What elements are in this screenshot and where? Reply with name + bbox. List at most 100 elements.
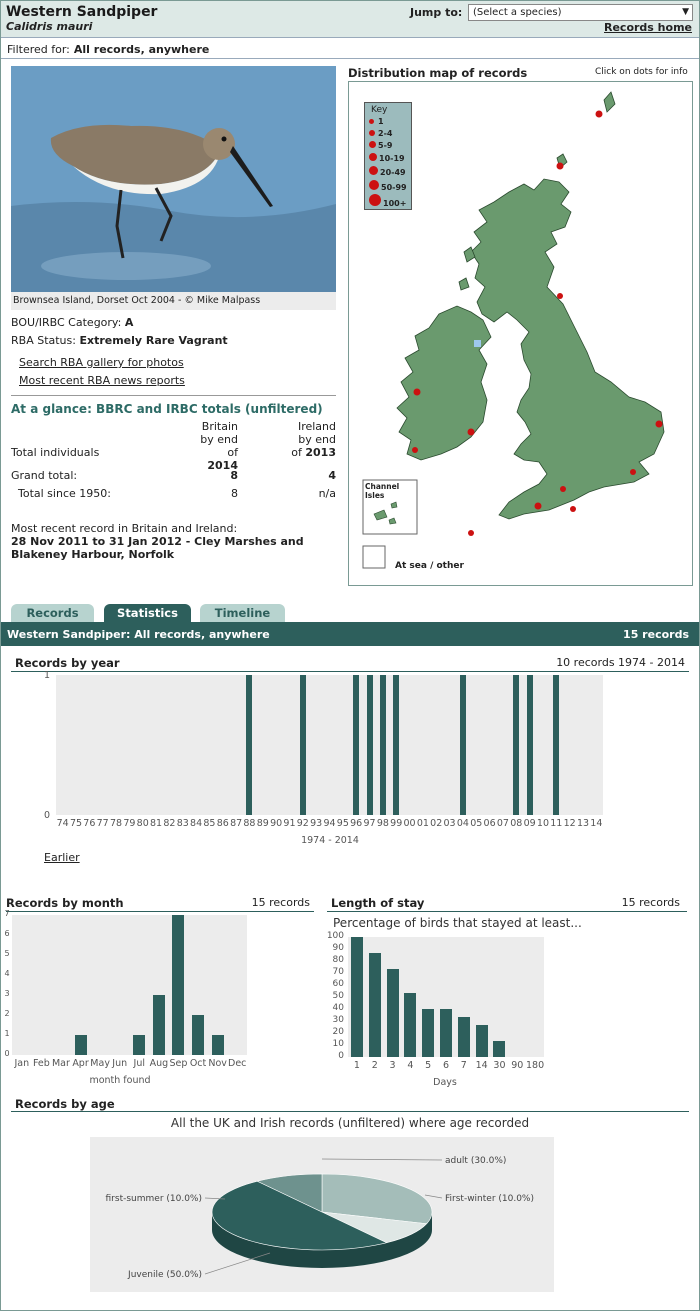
month-y-tick: 0	[4, 1049, 10, 1058]
key-label: 2-4	[378, 129, 393, 138]
month-tick-label: Sep	[169, 1058, 188, 1069]
month-tick-label: Aug	[149, 1058, 169, 1069]
ireland-header: Ireland by end of 2013	[288, 420, 336, 459]
month-y-tick: 2	[4, 1009, 10, 1018]
category-value: A	[124, 316, 134, 329]
category-label: BOU/IRBC Category:	[11, 316, 122, 329]
ireland-head3: of	[291, 446, 302, 459]
month-tick-label: Jun	[112, 1058, 128, 1069]
month-axis-label: month found	[89, 1075, 151, 1086]
species-select[interactable]: (Select a species) ▼	[468, 4, 693, 21]
age-pie-chart: adult (30.0%) First-winter (10.0%) Juvenil…	[106, 1156, 534, 1280]
stay-y-tick: 20	[332, 1027, 344, 1037]
tab-timeline[interactable]: Timeline	[200, 604, 285, 622]
year-y-top: 1	[43, 670, 51, 681]
year-y-bottom: 0	[43, 810, 51, 821]
recent-label: Most recent record in Britain and Irelan…	[11, 522, 238, 535]
month-tick-label: Feb	[32, 1058, 50, 1069]
gallery-link[interactable]: Search RBA gallery for photos	[19, 356, 184, 369]
filter-bar: Filtered for: All records, anywhere	[1, 37, 699, 59]
since-1950-label: Total since 1950:	[18, 487, 111, 500]
map-title: Distribution map of records	[348, 66, 528, 80]
earlier-link[interactable]: Earlier	[44, 851, 80, 864]
news-link[interactable]: Most recent RBA news reports	[19, 374, 185, 387]
year-chart-area	[56, 675, 603, 815]
pie-leader-line	[204, 1252, 271, 1275]
pie-label: First-winter (10.0%)	[445, 1194, 534, 1204]
month-y-tick: 1	[4, 1029, 10, 1038]
month-tick-label: Dec	[228, 1058, 247, 1069]
britain-head1: Britain	[201, 420, 238, 433]
jump-label: Jump to:	[410, 6, 463, 19]
header: Western Sandpiper Calidris mauri Jump to…	[1, 1, 699, 37]
grand-total-label: Grand total:	[11, 469, 78, 482]
ireland-head2: by end	[298, 433, 336, 446]
ireland-year: 2013	[305, 446, 336, 459]
month-y-tick: 4	[4, 969, 10, 978]
stay-y-tick: 40	[332, 1003, 344, 1013]
key-row: 100+	[369, 194, 406, 208]
bar-species: Western Sandpiper:	[7, 628, 131, 641]
dropdown-arrow-icon: ▼	[682, 7, 689, 17]
category-row: BOU/IRBC Category: A	[11, 316, 133, 329]
channel-line1: Channel	[365, 482, 400, 491]
year-bar	[379, 675, 386, 815]
month-tick-label: Oct	[189, 1058, 207, 1069]
year-bar	[246, 675, 253, 815]
at-sea-label: At sea / other	[395, 561, 464, 571]
bird-photo	[11, 66, 336, 292]
month-y-tick: 5	[4, 949, 10, 958]
stay-bar	[440, 1009, 452, 1057]
stay-bar	[422, 1009, 435, 1057]
year-bar	[353, 675, 360, 815]
stay-bar	[475, 1024, 488, 1057]
age-subtitle: All the UK and Irish records (unfiltered…	[170, 1116, 530, 1130]
divider	[11, 395, 336, 396]
records-home-link[interactable]: Records home	[604, 21, 692, 34]
tab-records[interactable]: Records	[11, 604, 94, 622]
stay-y-tick: 10	[332, 1039, 344, 1049]
stay-y-tick: 30	[332, 1015, 344, 1025]
month-chart-area	[12, 915, 247, 1055]
pie-label: Juvenile (50.0%)	[127, 1270, 202, 1280]
key-label: 100+	[383, 199, 407, 208]
since-1950-britain: 8	[231, 487, 238, 500]
key-row: 2-4	[369, 129, 392, 138]
stay-y-tick: 60	[332, 979, 344, 989]
stay-tick-label: 180	[526, 1060, 545, 1071]
month-tick-label: Apr	[72, 1058, 89, 1069]
species-select-value: (Select a species)	[473, 7, 562, 18]
tab-statistics[interactable]: Statistics	[104, 604, 191, 622]
stay-bar	[368, 952, 381, 1057]
status-value: Extremely Rare Vagrant	[79, 334, 228, 347]
records-by-month-summary: 15 records	[251, 896, 310, 909]
stay-subtitle: Percentage of birds that stayed at least…	[333, 916, 582, 930]
total-individuals-label: Total individuals	[11, 446, 100, 459]
year-bar	[459, 675, 466, 815]
length-of-stay-summary: 15 records	[621, 896, 680, 909]
key-row: 1	[369, 117, 384, 126]
section-divider	[11, 1111, 689, 1112]
month-y-tick: 3	[4, 989, 10, 998]
since-1950-ireland: n/a	[318, 487, 336, 500]
month-tick-label: Jul	[133, 1058, 146, 1069]
key-label: 50-99	[381, 183, 407, 192]
month-tick-label: Mar	[51, 1058, 70, 1069]
records-by-year-title: Records by year	[15, 656, 120, 670]
month-bar	[74, 1035, 87, 1055]
stay-y-tick: 0	[338, 1051, 344, 1061]
key-row: 50-99	[369, 180, 407, 192]
year-axis-label: 1974 - 2014	[301, 835, 359, 846]
month-bar	[172, 915, 185, 1055]
key-label: 1	[378, 117, 384, 126]
key-row: 20-49	[369, 166, 406, 177]
section-divider	[327, 911, 687, 912]
map-key: Key 1 2-4 5-9 10-19 20-49 50-99 100+	[364, 102, 412, 210]
key-label: 10-19	[379, 154, 405, 163]
glance-title: At a glance: BBRC and IRBC totals (unfil…	[11, 402, 323, 416]
map-hint: Click on dots for info	[595, 67, 688, 77]
year-tick-label: 14	[590, 818, 603, 829]
year-bar	[513, 675, 520, 815]
distribution-map: Key 1 2-4 5-9 10-19 20-49 50-99 100+ Cha…	[348, 81, 693, 586]
recent-line1: 28 Nov 2011 to 31 Jan 2012 - Cley Marshe…	[11, 535, 304, 548]
